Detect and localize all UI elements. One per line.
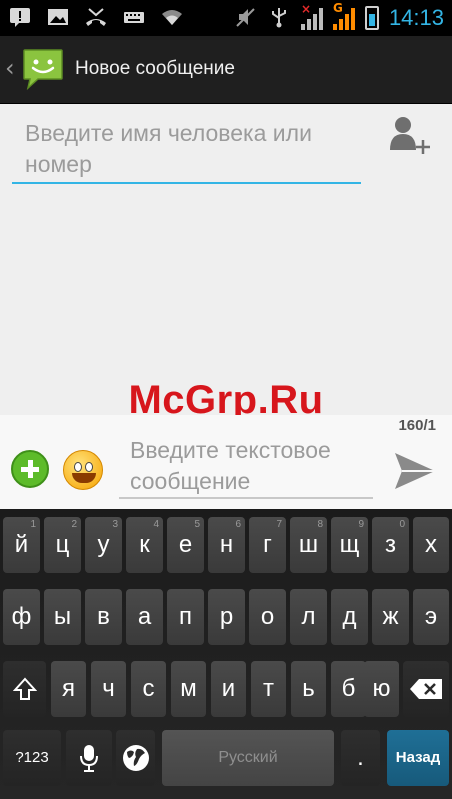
- key[interactable]: я: [51, 661, 86, 717]
- back-caret-icon[interactable]: ‹: [5, 54, 15, 82]
- status-bar: × G 14:13: [0, 0, 452, 36]
- key[interactable]: з0: [372, 517, 409, 573]
- key[interactable]: о: [249, 589, 286, 645]
- period-key[interactable]: .: [341, 730, 380, 786]
- key[interactable]: й1: [3, 517, 40, 573]
- backspace-icon[interactable]: [403, 661, 449, 717]
- key[interactable]: ц2: [44, 517, 81, 573]
- key[interactable]: х: [413, 517, 449, 573]
- key[interactable]: п: [167, 589, 204, 645]
- messaging-icon[interactable]: [22, 48, 64, 91]
- status-notifications: [8, 6, 184, 30]
- wifi-icon: [160, 6, 184, 30]
- status-system-icons: × G 14:13: [233, 1, 444, 31]
- add-contact-icon[interactable]: [388, 114, 432, 158]
- key[interactable]: щ9: [331, 517, 368, 573]
- key[interactable]: с: [131, 661, 166, 717]
- recipient-field[interactable]: Введите имя человека или номер: [12, 116, 361, 184]
- key[interactable]: т: [251, 661, 286, 717]
- key[interactable]: б: [331, 661, 366, 717]
- key[interactable]: ь: [291, 661, 326, 717]
- battery-icon: [364, 6, 379, 30]
- keyboard-icon: [122, 6, 146, 30]
- symbols-key[interactable]: ?123: [3, 730, 61, 786]
- message-bar: 160/1 Введите текстовое сообщение: [0, 415, 452, 509]
- space-key[interactable]: Русский: [162, 730, 334, 786]
- key[interactable]: э: [413, 589, 449, 645]
- action-bar: ‹ Новое сообщение: [0, 36, 452, 104]
- enter-key[interactable]: Назад: [387, 730, 449, 786]
- message-placeholder: Введите текстовое сообщение: [130, 437, 331, 494]
- key[interactable]: ю: [364, 661, 399, 717]
- key[interactable]: м: [171, 661, 206, 717]
- character-counter: 160/1: [398, 417, 436, 434]
- mute-icon: [233, 6, 257, 30]
- signal-icon: ×: [300, 2, 323, 30]
- microphone-icon[interactable]: [66, 730, 112, 786]
- key[interactable]: н6: [208, 517, 245, 573]
- key[interactable]: в: [85, 589, 122, 645]
- key[interactable]: ч: [91, 661, 126, 717]
- image-icon: [46, 6, 70, 30]
- key[interactable]: л: [290, 589, 327, 645]
- send-icon[interactable]: [393, 451, 437, 491]
- key[interactable]: к4: [126, 517, 163, 573]
- usb-icon: [267, 6, 291, 30]
- missed-call-icon: [84, 6, 108, 30]
- key[interactable]: а: [126, 589, 163, 645]
- key[interactable]: ж: [372, 589, 409, 645]
- smiley-icon[interactable]: [63, 450, 103, 490]
- message-input[interactable]: Введите текстовое сообщение: [119, 429, 373, 499]
- attach-plus-icon[interactable]: [11, 450, 49, 488]
- page-title: Новое сообщение: [75, 58, 235, 79]
- globe-icon[interactable]: [116, 730, 155, 786]
- recipient-input[interactable]: [12, 116, 361, 180]
- key[interactable]: ф: [3, 589, 40, 645]
- shift-icon[interactable]: [3, 661, 46, 717]
- key[interactable]: и: [211, 661, 246, 717]
- key[interactable]: р: [208, 589, 245, 645]
- keyboard: й1 ц2 у3 к4 е5 н6 г7 ш8 щ9 з0 х ф ы в а …: [0, 509, 452, 799]
- key[interactable]: е5: [167, 517, 204, 573]
- network-type-label: G: [332, 1, 343, 15]
- notification-icon: [8, 6, 32, 30]
- key[interactable]: у3: [85, 517, 122, 573]
- status-time: 14:13: [388, 5, 444, 30]
- compose-area: Введите имя человека или номер McGrp.Ru: [0, 104, 452, 422]
- key[interactable]: г7: [249, 517, 286, 573]
- key[interactable]: ш8: [290, 517, 327, 573]
- key[interactable]: ы: [44, 589, 81, 645]
- g-signal-icon: G: [332, 1, 355, 30]
- key[interactable]: д: [331, 589, 368, 645]
